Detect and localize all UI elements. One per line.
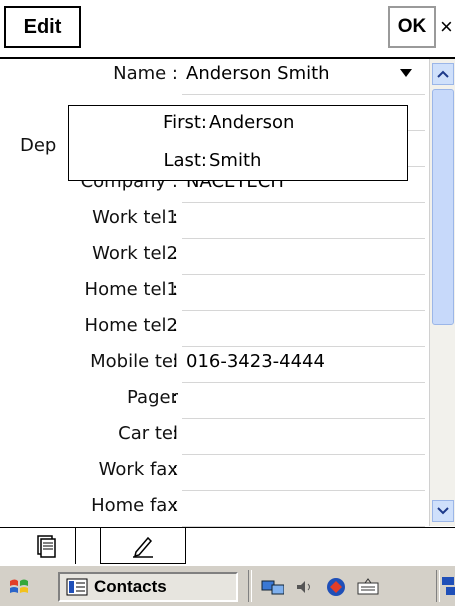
field-label: Home tel1 [84,279,178,300]
field-row[interactable]: Work tel1: [0,203,425,239]
name-value[interactable]: Anderson Smith [186,63,330,84]
field-value[interactable]: 016-3423-4444 [186,351,325,372]
field-row[interactable]: Work fax: [0,455,425,491]
summary-tab-icon [36,535,56,558]
chevron-up-icon [437,70,449,78]
field-label: Pager [127,387,178,408]
contacts-taskbar-button[interactable]: Contacts [58,572,238,602]
tab-notes[interactable] [100,528,186,564]
scroll-down-button[interactable] [432,500,454,522]
scroll-up-button[interactable] [432,63,454,85]
field-row[interactable]: Car tel: [0,419,425,455]
last-name-row[interactable]: Last: Smith [69,144,407,178]
last-name-label: Last: [163,150,207,171]
volume-icon[interactable] [292,575,316,599]
contacts-app-icon [66,578,88,596]
scrollbar-thumb[interactable] [432,89,454,325]
sync-icon[interactable] [324,575,348,599]
field-label: Car tel [118,423,178,444]
field-label: Home fax [91,495,178,516]
notes-tab-icon [133,536,153,558]
title-bar: Edit OK × [0,0,455,59]
field-label: Work tel1 [92,207,178,228]
field-row[interactable]: Work tel2: [0,239,425,275]
field-label: Home tel2 [84,315,178,336]
field-row[interactable]: Home fax: [0,491,425,527]
field-row[interactable]: Mobile tel: 016-3423-4444 [0,347,425,383]
first-name-label: First: [163,112,207,133]
first-name-row[interactable]: First: Anderson [69,106,407,140]
close-button[interactable]: × [440,6,455,48]
system-tray [260,572,380,602]
field-row[interactable]: Pager: [0,383,425,419]
edit-menu-button[interactable]: Edit [4,6,81,48]
keyboard-icon[interactable] [356,575,380,599]
chevron-down-icon[interactable] [400,69,412,77]
connectivity-icon[interactable] [440,574,455,598]
first-name-value[interactable]: Anderson [209,112,294,133]
field-row[interactable]: Home tel1: [0,275,425,311]
tab-summary[interactable] [16,528,76,564]
start-icon [10,579,28,593]
network-icon[interactable] [260,575,284,599]
name-popup: First: Anderson Last: Smith [68,105,408,181]
name-row[interactable]: Name : Anderson Smith [0,59,425,95]
tab-strip [0,527,455,566]
vertical-scrollbar[interactable] [429,59,455,526]
start-button[interactable] [6,574,32,600]
ok-button[interactable]: OK [388,6,436,48]
field-label: Work tel2 [92,243,178,264]
name-label: Name : [113,63,178,84]
contacts-label: Contacts [94,577,167,596]
field-label: Mobile tel [90,351,178,372]
department-label: Dep [20,135,57,156]
field-row[interactable]: Home tel2: [0,311,425,347]
last-name-value[interactable]: Smith [209,150,261,171]
field-label: Work fax [98,459,178,480]
chevron-down-icon [437,507,449,515]
taskbar: Contacts [0,565,455,606]
